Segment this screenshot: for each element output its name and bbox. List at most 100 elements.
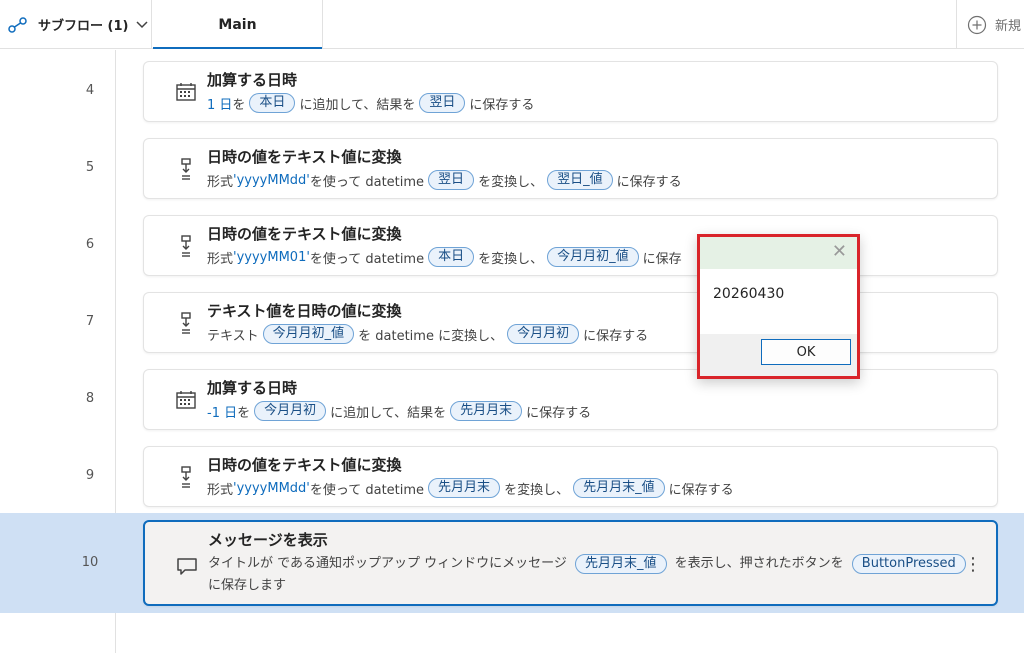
action-card[interactable]: 日時の値をテキスト値に変換 形式 'yyyyMM01' を使って datetime… bbox=[143, 215, 998, 276]
action-title: テキスト値を日時の値に変換 bbox=[207, 302, 402, 320]
variable-pill: 今月月初 bbox=[507, 324, 580, 344]
action-row[interactable]: 5 日時の値をテキスト値に変換 形式 'yyyyMMdd' を使って datetim… bbox=[0, 130, 1024, 207]
action-title: 日時の値をテキスト値に変換 bbox=[207, 148, 402, 166]
parameter-value: 'yyyyMM01' bbox=[233, 249, 310, 265]
variable-pill: 翌日 bbox=[428, 170, 475, 190]
row-number: 5 bbox=[85, 160, 95, 175]
description-text: に保存する bbox=[616, 174, 682, 190]
parameter-value: 1 日 bbox=[207, 97, 233, 113]
action-description: -1 日 を 今月月初 に追加して、結果を 先月月末 に保存する bbox=[207, 401, 591, 421]
description-text: を使って datetime bbox=[309, 482, 425, 498]
description-text: を datetime に変換し、 bbox=[358, 328, 504, 344]
action-row[interactable]: 9 日時の値をテキスト値に変換 形式 'yyyyMMdd' を使って datetim… bbox=[0, 438, 1024, 515]
description-text: に保存する bbox=[668, 482, 734, 498]
description-text: に保存する bbox=[583, 328, 649, 344]
popup-footer: OK bbox=[700, 334, 857, 376]
action-card[interactable]: 加算する日時 1 日 を 本日 に追加して、結果を 翌日 に保存する bbox=[143, 61, 998, 122]
description-text: に保存します bbox=[208, 578, 287, 593]
row-number: 4 bbox=[85, 83, 95, 98]
new-label: 新規 bbox=[995, 19, 1022, 34]
message-popup: ✕ 20260430 OK bbox=[697, 234, 860, 379]
description-text: テキスト bbox=[207, 328, 259, 344]
action-row[interactable]: 6 日時の値をテキスト値に変換 形式 'yyyyMM01' を使って datetim… bbox=[0, 207, 1024, 284]
close-icon[interactable]: ✕ bbox=[832, 241, 847, 262]
message-icon bbox=[177, 558, 197, 575]
variable-pill: 今月月初_値 bbox=[262, 324, 355, 344]
variable-pill: 本日 bbox=[249, 93, 296, 113]
variable-pill: ButtonPressed bbox=[851, 554, 966, 574]
description-text: に追加して、結果を bbox=[299, 97, 416, 113]
subflow-dropdown[interactable]: サブフロー (1) bbox=[0, 0, 152, 49]
ok-button[interactable]: OK bbox=[761, 339, 851, 365]
popup-message: 20260430 bbox=[713, 286, 785, 302]
row-number: 7 bbox=[85, 314, 95, 329]
action-row[interactable]: 7 テキスト値を日時の値に変換 テキスト 今月月初_値 を datetime に変換… bbox=[0, 284, 1024, 361]
action-title: 加算する日時 bbox=[207, 379, 298, 397]
more-options-icon[interactable]: ⋮ bbox=[964, 554, 982, 575]
add-circle-icon bbox=[967, 15, 987, 34]
convert-icon bbox=[174, 311, 198, 335]
convert-icon bbox=[174, 234, 198, 258]
action-description: テキスト 今月月初_値 を datetime に変換し、 今月月初 に保存する bbox=[207, 324, 648, 344]
description-text: に追加して、結果を bbox=[330, 405, 447, 421]
description-text: に保存する bbox=[469, 97, 535, 113]
action-card[interactable]: 日時の値をテキスト値に変換 形式 'yyyyMMdd' を使って datetime… bbox=[143, 446, 998, 507]
chevron-down-icon bbox=[136, 20, 148, 28]
action-card-show-message[interactable]: メッセージを表示 タイトルが である通知ポップアップ ウィンドウにメッセージ 先… bbox=[143, 520, 998, 606]
calendar-icon bbox=[174, 80, 198, 104]
variable-pill: 先月月末_値 bbox=[575, 554, 667, 574]
description-text: を bbox=[232, 97, 246, 113]
description-text: を変換し、 bbox=[478, 251, 544, 267]
row-number: 8 bbox=[85, 391, 95, 406]
action-title: 加算する日時 bbox=[207, 71, 298, 89]
action-row[interactable]: 4 加算する日時 1 日 を 本日 に追加して、結果を 翌日 に保存する bbox=[0, 53, 1024, 130]
description-text: に保存する bbox=[526, 405, 592, 421]
description-text: に保存 bbox=[642, 251, 682, 267]
variable-pill: 本日 bbox=[428, 247, 475, 267]
description-text: 形式 bbox=[207, 482, 234, 498]
description-text: を表示し、押されたボタンを bbox=[670, 556, 848, 571]
action-row-selected[interactable]: 10 メッセージを表示 タイトルが である通知ポップアップ ウィンドウにメッセー… bbox=[0, 513, 1024, 613]
parameter-value: -1 日 bbox=[207, 405, 238, 421]
convert-icon bbox=[174, 157, 198, 181]
subflow-icon bbox=[8, 16, 27, 33]
action-description: 形式 'yyyyMM01' を使って datetime 本日 を変換し、 今月月初… bbox=[207, 247, 682, 267]
action-card[interactable]: 加算する日時 -1 日 を 今月月初 に追加して、結果を 先月月末 に保存する bbox=[143, 369, 998, 430]
row-number: 10 bbox=[81, 555, 99, 570]
convert-icon bbox=[174, 465, 198, 489]
top-bar: サブフロー (1) Main 新規 bbox=[0, 0, 1024, 49]
action-description: 1 日 を 本日 に追加して、結果を 翌日 に保存する bbox=[207, 93, 534, 113]
parameter-value: 'yyyyMMdd' bbox=[233, 172, 310, 188]
description-text: 形式 bbox=[207, 251, 234, 267]
variable-pill: 今月月初_値 bbox=[547, 247, 639, 267]
row-number: 9 bbox=[85, 468, 95, 483]
action-title: メッセージを表示 bbox=[208, 531, 328, 549]
action-row[interactable]: 8 加算する日時 -1 日 を 今月月初 に追加して、結果を 先月月末 に保存する bbox=[0, 361, 1024, 438]
description-text: 形式 bbox=[207, 174, 234, 190]
description-text: を使って datetime bbox=[309, 251, 425, 267]
tab-main[interactable]: Main bbox=[153, 0, 323, 49]
variable-pill: 翌日_値 bbox=[547, 170, 613, 190]
variable-pill: 先月月末 bbox=[428, 478, 501, 498]
action-description: 形式 'yyyyMMdd' を使って datetime 翌日 を変換し、 翌日_値… bbox=[207, 170, 682, 190]
calendar-icon bbox=[174, 388, 198, 412]
description-text: を使って datetime bbox=[309, 174, 425, 190]
variable-pill: 先月月末_値 bbox=[573, 478, 665, 498]
action-title: 日時の値をテキスト値に変換 bbox=[207, 456, 402, 474]
description-text: を bbox=[237, 405, 251, 421]
action-description: 形式 'yyyyMMdd' を使って datetime 先月月末 を変換し、 先月… bbox=[207, 478, 734, 498]
row-number: 6 bbox=[85, 237, 95, 252]
parameter-value: 'yyyyMMdd' bbox=[233, 480, 310, 496]
variable-pill: 先月月末 bbox=[450, 401, 523, 421]
description-text: を変換し、 bbox=[478, 174, 544, 190]
action-title: 日時の値をテキスト値に変換 bbox=[207, 225, 402, 243]
variable-pill: 今月月初 bbox=[254, 401, 327, 421]
description-text: を変換し、 bbox=[504, 482, 570, 498]
variable-pill: 翌日 bbox=[419, 93, 466, 113]
action-card[interactable]: 日時の値をテキスト値に変換 形式 'yyyyMMdd' を使って datetime… bbox=[143, 138, 998, 199]
popup-title-bar: ✕ bbox=[700, 237, 857, 269]
description-text: タイトルが である通知ポップアップ ウィンドウにメッセージ bbox=[208, 556, 572, 571]
action-card[interactable]: テキスト値を日時の値に変換 テキスト 今月月初_値 を datetime に変換し… bbox=[143, 292, 998, 353]
new-subflow-button[interactable]: 新規 bbox=[956, 0, 1024, 49]
subflow-label: サブフロー (1) bbox=[38, 19, 129, 34]
